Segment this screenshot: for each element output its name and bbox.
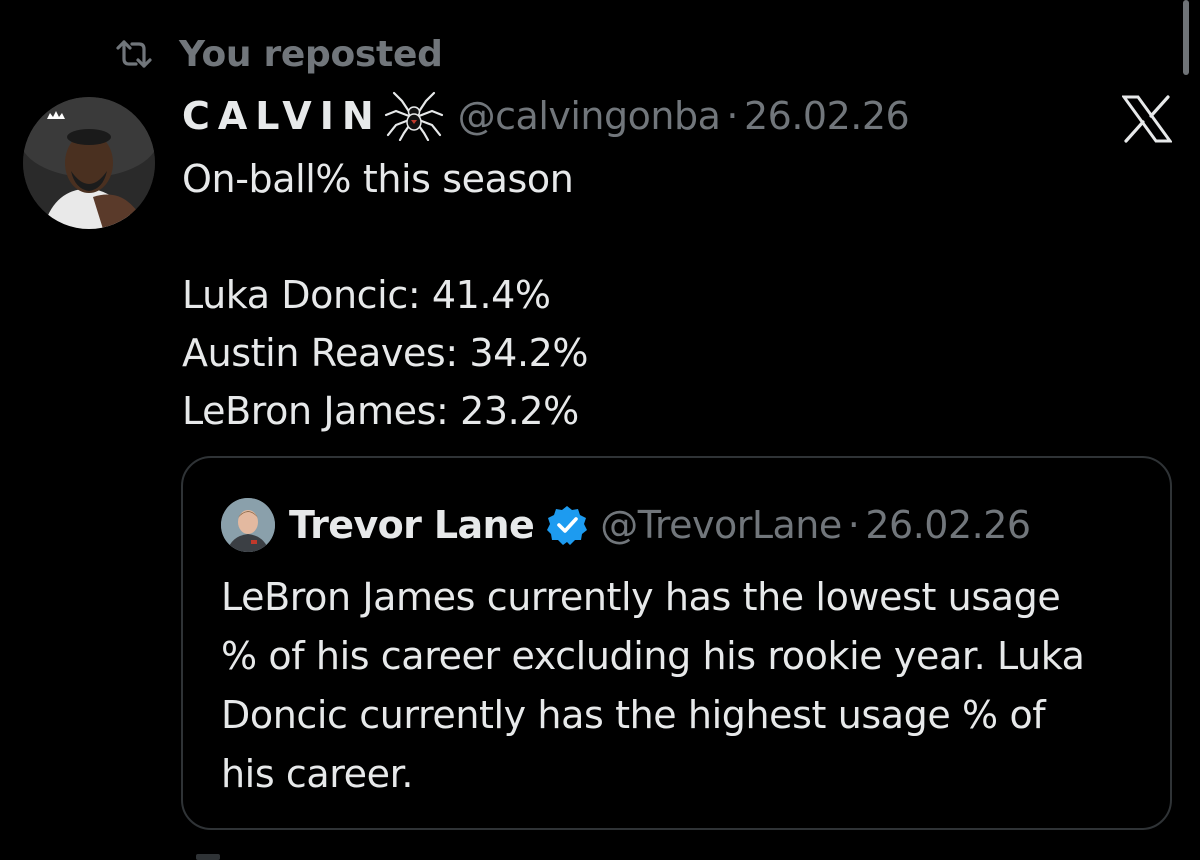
next-item-edge [196, 854, 220, 860]
tweet-header: CALVIN @calvingonba · 26.02.26 [182, 88, 910, 144]
avatar[interactable] [23, 97, 155, 229]
tweet-line [182, 208, 1082, 266]
author-name[interactable]: CALVIN [182, 94, 382, 138]
quoted-author-handle[interactable]: @TrevorLane [600, 503, 842, 547]
quoted-tweet-date[interactable]: 26.02.26 [865, 503, 1031, 547]
quoted-tweet-line: Doncic currently has the highest usage %… [221, 693, 1046, 737]
quoted-tweet-line: % of his career excluding his rookie yea… [221, 634, 1085, 678]
scrollbar[interactable] [1183, 0, 1189, 75]
tweet-line: LeBron James: 23.2% [182, 389, 579, 433]
tweet-line: On-ball% this season [182, 157, 574, 201]
repost-indicator: You reposted [115, 32, 443, 76]
quoted-avatar[interactable] [221, 498, 275, 552]
quoted-tweet-text: LeBron James currently has the lowest us… [221, 568, 1151, 804]
quoted-tweet-line: LeBron James currently has the lowest us… [221, 575, 1061, 619]
tweet-text: On-ball% this season Luka Doncic: 41.4% … [182, 150, 1082, 440]
tweet-date[interactable]: 26.02.26 [744, 94, 910, 138]
quoted-author-name[interactable]: Trevor Lane [289, 503, 535, 547]
quoted-avatar-photo [221, 498, 275, 552]
verified-badge-icon [547, 506, 588, 545]
author-handle[interactable]: @calvingonba [458, 94, 721, 138]
repost-label: You reposted [179, 33, 443, 75]
repost-icon [116, 40, 152, 68]
separator-dot: · [726, 94, 738, 138]
tweet-line: Austin Reaves: 34.2% [182, 331, 589, 375]
quoted-separator-dot: · [847, 503, 860, 547]
quoted-tweet-line: his career. [221, 752, 414, 796]
quoted-tweet-card[interactable]: Trevor Lane @TrevorLane · 26.02.26 LeBro… [181, 456, 1172, 830]
spider-icon [384, 91, 443, 141]
quoted-tweet-header: Trevor Lane @TrevorLane · 26.02.26 [221, 494, 1031, 556]
avatar-photo [23, 97, 155, 229]
tweet-line: Luka Doncic: 41.4% [182, 273, 551, 317]
x-logo-icon [1122, 95, 1172, 143]
